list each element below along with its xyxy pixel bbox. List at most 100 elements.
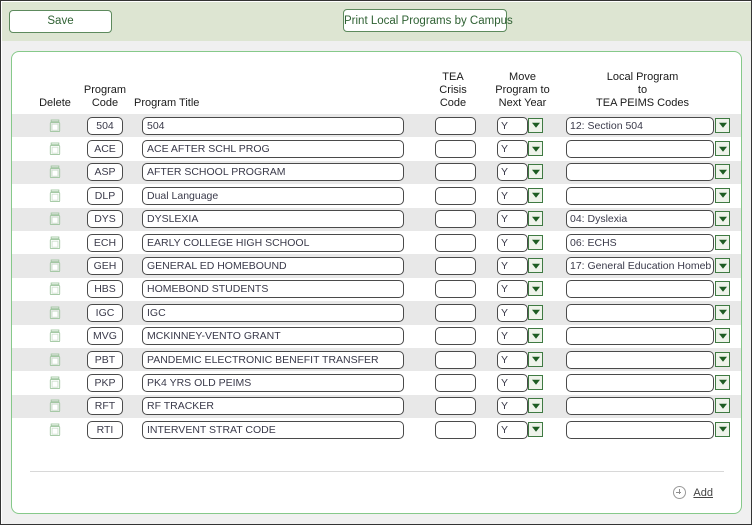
- chevron-down-icon[interactable]: [528, 328, 543, 344]
- move-program-next-year-value[interactable]: Y: [497, 373, 528, 392]
- trash-icon[interactable]: [49, 282, 61, 296]
- local-program-peims-select[interactable]: [566, 327, 731, 346]
- program-title-input[interactable]: [142, 257, 404, 276]
- chevron-down-icon[interactable]: [715, 234, 730, 250]
- program-code-input[interactable]: [87, 373, 123, 392]
- local-program-peims-select[interactable]: [566, 163, 731, 182]
- program-code-input[interactable]: [87, 350, 123, 369]
- tea-crisis-code-input[interactable]: [435, 397, 476, 416]
- trash-icon[interactable]: [49, 166, 61, 179]
- chevron-down-icon[interactable]: [715, 374, 730, 390]
- local-program-peims-select[interactable]: [566, 350, 731, 369]
- program-title-input[interactable]: [142, 233, 404, 252]
- chevron-down-icon[interactable]: [528, 421, 543, 437]
- local-program-peims-select[interactable]: [566, 303, 731, 322]
- tea-crisis-code-input[interactable]: [435, 327, 476, 346]
- program-title-input[interactable]: [142, 350, 404, 369]
- local-program-peims-value[interactable]: [566, 350, 714, 369]
- save-button[interactable]: Save: [9, 10, 112, 33]
- tea-crisis-code-input[interactable]: [435, 420, 476, 439]
- add-link[interactable]: Add: [693, 487, 713, 499]
- chevron-down-icon[interactable]: [715, 328, 730, 344]
- chevron-down-icon[interactable]: [528, 258, 543, 274]
- tea-crisis-code-input[interactable]: [435, 186, 476, 205]
- program-title-input[interactable]: [142, 140, 404, 159]
- local-program-peims-select[interactable]: [566, 420, 731, 439]
- move-program-next-year-select[interactable]: Y: [497, 303, 544, 322]
- move-program-next-year-select[interactable]: Y: [497, 210, 544, 229]
- move-program-next-year-value[interactable]: Y: [497, 280, 528, 299]
- program-code-input[interactable]: [87, 163, 123, 182]
- local-program-peims-value[interactable]: 04: Dyslexia: [566, 210, 714, 229]
- add-row-control[interactable]: Add: [673, 486, 713, 499]
- chevron-down-icon[interactable]: [715, 117, 730, 133]
- move-program-next-year-select[interactable]: Y: [497, 233, 544, 252]
- chevron-down-icon[interactable]: [528, 164, 543, 180]
- local-program-peims-value[interactable]: [566, 327, 714, 346]
- local-program-peims-select[interactable]: 04: Dyslexia: [566, 210, 731, 229]
- move-program-next-year-value[interactable]: Y: [497, 397, 528, 416]
- trash-icon[interactable]: [49, 399, 61, 413]
- trash-icon[interactable]: [49, 329, 61, 343]
- local-program-peims-value[interactable]: [566, 373, 714, 392]
- chevron-down-icon[interactable]: [715, 398, 730, 414]
- tea-crisis-code-input[interactable]: [435, 163, 476, 182]
- program-code-input[interactable]: [87, 280, 123, 299]
- local-program-peims-select[interactable]: [566, 186, 731, 205]
- chevron-down-icon[interactable]: [715, 281, 730, 297]
- program-title-input[interactable]: [142, 303, 404, 322]
- program-title-input[interactable]: [142, 397, 404, 416]
- chevron-down-icon[interactable]: [528, 187, 543, 203]
- program-code-input[interactable]: [87, 420, 123, 439]
- move-program-next-year-select[interactable]: Y: [497, 373, 544, 392]
- program-code-input[interactable]: [87, 397, 123, 416]
- program-code-input[interactable]: [87, 327, 123, 346]
- local-program-peims-select[interactable]: 06: ECHS: [566, 233, 731, 252]
- local-program-peims-value[interactable]: [566, 280, 714, 299]
- local-program-peims-value[interactable]: [566, 140, 714, 159]
- chevron-down-icon[interactable]: [528, 304, 543, 320]
- program-code-input[interactable]: [87, 210, 123, 229]
- local-program-peims-value[interactable]: 06: ECHS: [566, 233, 714, 252]
- tea-crisis-code-input[interactable]: [435, 257, 476, 276]
- move-program-next-year-select[interactable]: Y: [497, 257, 544, 276]
- chevron-down-icon[interactable]: [715, 258, 730, 274]
- move-program-next-year-select[interactable]: Y: [497, 350, 544, 369]
- local-program-peims-value[interactable]: 17: General Education Homeb: [566, 257, 714, 276]
- trash-icon[interactable]: [49, 306, 61, 319]
- trash-icon[interactable]: [49, 119, 61, 132]
- move-program-next-year-select[interactable]: Y: [497, 163, 544, 182]
- tea-crisis-code-input[interactable]: [435, 350, 476, 369]
- local-program-peims-value[interactable]: [566, 186, 714, 205]
- tea-crisis-code-input[interactable]: [435, 280, 476, 299]
- trash-icon[interactable]: [49, 189, 61, 202]
- move-program-next-year-select[interactable]: Y: [497, 186, 544, 205]
- chevron-down-icon[interactable]: [715, 187, 730, 203]
- move-program-next-year-select[interactable]: Y: [497, 397, 544, 416]
- program-code-input[interactable]: [87, 257, 123, 276]
- program-title-input[interactable]: [142, 163, 404, 182]
- program-code-input[interactable]: [87, 116, 123, 135]
- chevron-down-icon[interactable]: [528, 234, 543, 250]
- trash-icon[interactable]: [49, 259, 61, 273]
- trash-icon[interactable]: [49, 212, 61, 226]
- trash-icon[interactable]: [49, 423, 61, 436]
- chevron-down-icon[interactable]: [528, 141, 543, 157]
- chevron-down-icon[interactable]: [715, 304, 730, 320]
- move-program-next-year-value[interactable]: Y: [497, 210, 528, 229]
- chevron-down-icon[interactable]: [528, 351, 543, 367]
- chevron-down-icon[interactable]: [715, 164, 730, 180]
- chevron-down-icon[interactable]: [528, 398, 543, 414]
- chevron-down-icon[interactable]: [715, 421, 730, 437]
- chevron-down-icon[interactable]: [715, 141, 730, 157]
- tea-crisis-code-input[interactable]: [435, 210, 476, 229]
- local-program-peims-select[interactable]: [566, 140, 731, 159]
- chevron-down-icon[interactable]: [715, 211, 730, 227]
- chevron-down-icon[interactable]: [528, 281, 543, 297]
- program-title-input[interactable]: [142, 116, 404, 135]
- tea-crisis-code-input[interactable]: [435, 233, 476, 252]
- trash-icon[interactable]: [49, 142, 61, 156]
- move-program-next-year-value[interactable]: Y: [497, 303, 528, 322]
- local-program-peims-select[interactable]: [566, 280, 731, 299]
- move-program-next-year-select[interactable]: Y: [497, 280, 544, 299]
